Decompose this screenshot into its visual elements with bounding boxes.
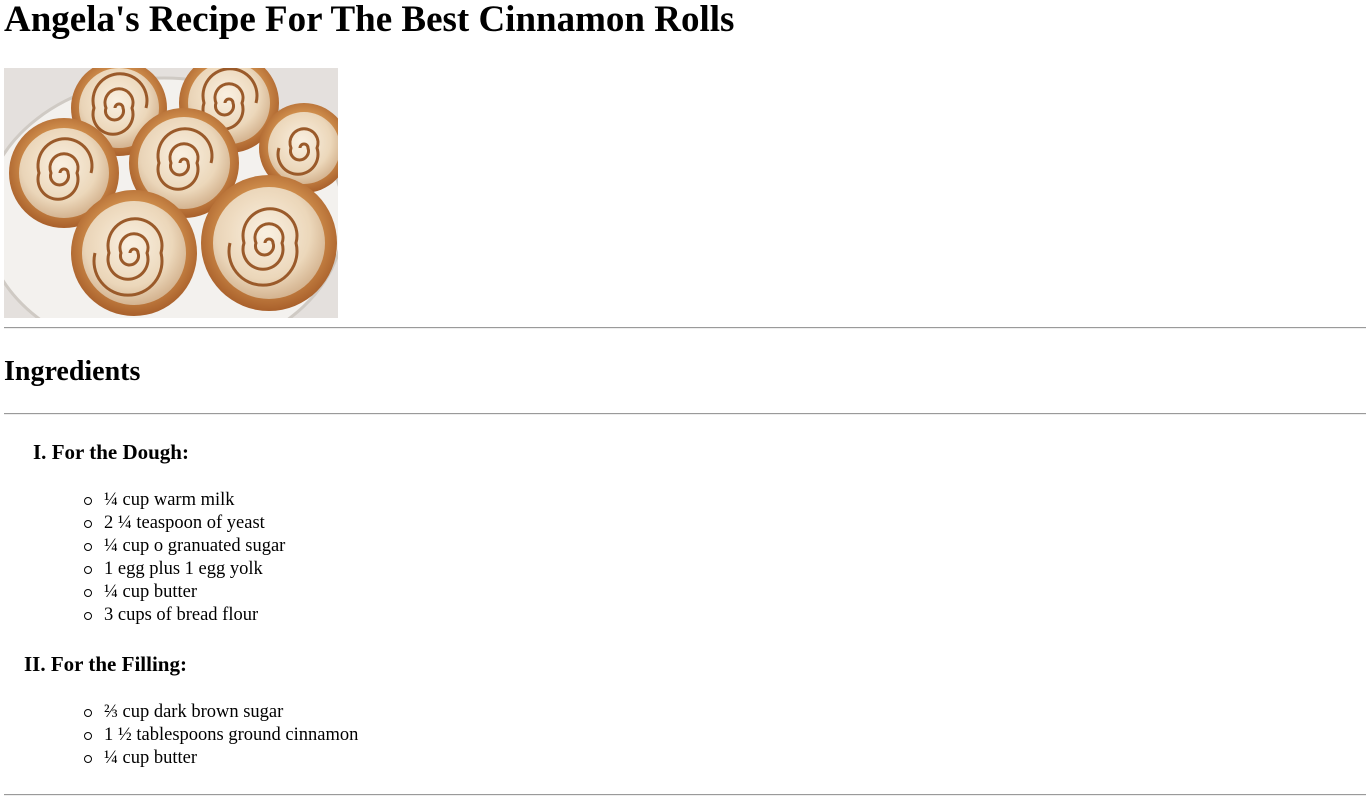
divider-top [4,327,1366,329]
cinnamon-rolls-illustration [4,68,338,318]
recipe-page: Angela's Recipe For The Best Cinnamon Ro… [0,0,1367,797]
list-item: 2 ¼ teaspoon of yeast [84,512,285,535]
circle-bullet-icon [84,543,92,551]
dough-heading-number: I. [33,440,47,464]
circle-bullet-icon [84,589,92,597]
cinnamon-rolls-image [4,68,338,318]
list-item: ⅔ cup dark brown sugar [84,701,358,724]
list-item: ¼ cup o granuated sugar [84,535,285,558]
list-item: ¼ cup butter [84,747,358,770]
list-item: ¼ cup butter [84,581,285,604]
circle-bullet-icon [84,566,92,574]
list-item: ¼ cup warm milk [84,489,285,512]
circle-bullet-icon [84,709,92,717]
dough-heading-title: For the Dough: [51,440,189,464]
filling-heading-number: II. [24,652,46,676]
circle-bullet-icon [84,612,92,620]
dough-ingredient-list: ¼ cup warm milk 2 ¼ teaspoon of yeast ¼ … [84,489,285,627]
list-item: 1 ½ tablespoons ground cinnamon [84,724,358,747]
filling-ingredient-list: ⅔ cup dark brown sugar 1 ½ tablespoons g… [84,701,358,770]
circle-bullet-icon [84,520,92,528]
page-title: Angela's Recipe For The Best Cinnamon Ro… [4,0,735,40]
dough-heading: I. For the Dough: [33,440,189,464]
divider-bottom [4,794,1366,796]
list-item: 1 egg plus 1 egg yolk [84,558,285,581]
list-item: 3 cups of bread flour [84,604,285,627]
filling-heading-title: For the Filling: [50,652,187,676]
filling-heading: II. For the Filling: [24,652,187,676]
circle-bullet-icon [84,732,92,740]
ingredients-heading: Ingredients [4,356,141,387]
circle-bullet-icon [84,497,92,505]
divider-ingredients [4,413,1366,415]
circle-bullet-icon [84,755,92,763]
